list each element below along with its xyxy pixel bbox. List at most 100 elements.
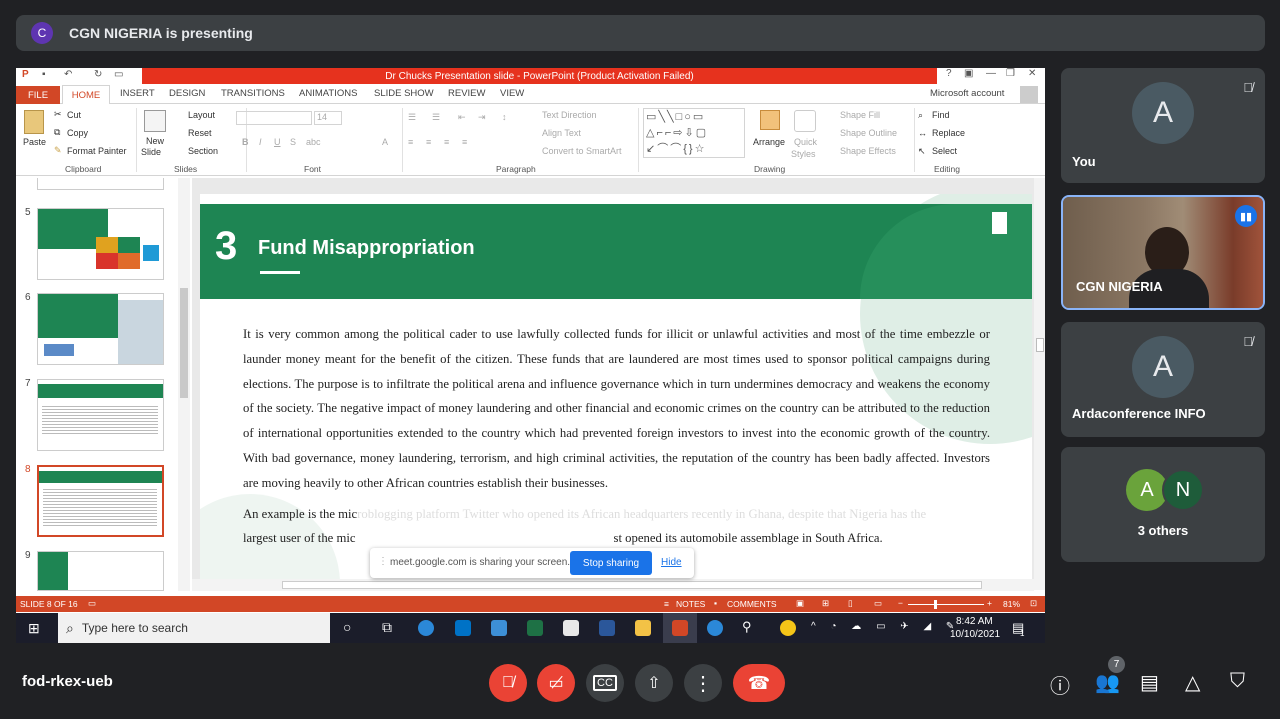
- normal-view-icon[interactable]: ▣: [796, 598, 804, 609]
- participant-tile-ardaconference[interactable]: A 🎙̸ Ardaconference INFO: [1061, 322, 1265, 437]
- find-icon[interactable]: ⌕: [918, 110, 923, 121]
- drag-handle-icon[interactable]: ⋮: [378, 556, 388, 567]
- font-color-icon[interactable]: A: [382, 137, 388, 147]
- thumbnails-scrollbar[interactable]: [178, 178, 190, 591]
- edge-icon[interactable]: [418, 620, 434, 636]
- chat-icon[interactable]: ▤: [1140, 670, 1159, 695]
- people-icon[interactable]: ⚲: [742, 619, 752, 635]
- task-view-icon[interactable]: ⧉: [382, 619, 392, 636]
- paste-button[interactable]: Paste: [23, 137, 46, 147]
- activities-icon[interactable]: △: [1185, 670, 1200, 695]
- section-button[interactable]: Section: [188, 146, 218, 156]
- redo-icon[interactable]: ↻: [94, 69, 102, 80]
- slideshow-view-icon[interactable]: ▭: [874, 598, 882, 609]
- zoom-slider[interactable]: [908, 604, 984, 605]
- spellcheck-icon[interactable]: ▭: [88, 598, 96, 609]
- zoom-in-icon[interactable]: +: [987, 598, 992, 608]
- indent-icon[interactable]: ⇤: [458, 112, 466, 123]
- account-menu[interactable]: Microsoft account: [930, 88, 1004, 99]
- quick-styles-button[interactable]: Quick: [794, 137, 817, 147]
- align-center-icon[interactable]: ≡: [426, 137, 431, 147]
- sorter-view-icon[interactable]: ⊞: [822, 598, 829, 609]
- new-slide-button[interactable]: New: [146, 136, 164, 146]
- font-name-box[interactable]: [236, 111, 312, 125]
- notes-icon[interactable]: ≡: [664, 599, 669, 609]
- tab-slide-show[interactable]: SLIDE SHOW: [374, 88, 434, 99]
- slide-thumbnail-4[interactable]: [37, 178, 164, 190]
- meeting-details-icon[interactable]: ⓘ: [1050, 670, 1070, 699]
- copy-icon[interactable]: ⧉: [54, 127, 60, 138]
- cut-button[interactable]: Cut: [67, 110, 81, 120]
- find-button[interactable]: Find: [932, 110, 950, 120]
- slide-vertical-scrollbar[interactable]: [1034, 178, 1045, 590]
- font-size-box[interactable]: 14: [314, 111, 342, 125]
- italic-icon[interactable]: I: [259, 137, 262, 147]
- account-avatar-icon[interactable]: [1020, 86, 1038, 103]
- paste-icon[interactable]: [24, 110, 44, 134]
- taskbar-time[interactable]: 8:42 AM: [956, 616, 993, 627]
- replace-button[interactable]: Replace: [932, 128, 965, 138]
- mic-off-button[interactable]: 🎙̸: [489, 664, 527, 702]
- bullets-icon[interactable]: ☰: [408, 112, 416, 123]
- camera-off-button[interactable]: ▭̸: [537, 664, 575, 702]
- participant-tile-presenter[interactable]: ▮▮ CGN NIGERIA: [1061, 195, 1265, 310]
- stop-sharing-button[interactable]: Stop sharing: [570, 551, 652, 575]
- ribbon-display-button[interactable]: ▣: [964, 68, 973, 79]
- store-icon[interactable]: [563, 620, 579, 636]
- participant-tile-you[interactable]: A 🎙̸ You: [1061, 68, 1265, 183]
- tab-transitions[interactable]: TRANSITIONS: [221, 88, 285, 99]
- cortana-icon[interactable]: ○: [343, 619, 351, 635]
- format-painter-button[interactable]: Format Painter: [67, 146, 127, 156]
- mail-icon[interactable]: [491, 620, 507, 636]
- tab-file[interactable]: FILE: [16, 86, 60, 104]
- replace-icon[interactable]: ↔: [918, 128, 927, 138]
- windows-start-icon[interactable]: ⊞: [28, 620, 40, 637]
- taskbar-date[interactable]: 10/10/2021: [950, 629, 1000, 640]
- tab-review[interactable]: REVIEW: [448, 88, 485, 99]
- slide-thumbnail-8-selected[interactable]: [37, 465, 164, 537]
- help-button[interactable]: ?: [946, 68, 952, 79]
- captions-button[interactable]: CC: [586, 664, 624, 702]
- slideshow-start-icon[interactable]: ▭: [114, 69, 123, 80]
- numbering-icon[interactable]: ☰: [432, 112, 440, 123]
- people-icon[interactable]: 👥: [1095, 670, 1120, 695]
- shadow-icon[interactable]: S: [290, 137, 296, 147]
- arrange-icon[interactable]: [760, 110, 780, 130]
- select-icon[interactable]: ↖: [918, 146, 926, 157]
- new-slide-icon[interactable]: [144, 110, 166, 132]
- word-icon[interactable]: [599, 620, 615, 636]
- more-options-button[interactable]: ⋮: [684, 664, 722, 702]
- chrome-app-icon[interactable]: [780, 620, 796, 636]
- tab-animations[interactable]: ANIMATIONS: [299, 88, 357, 99]
- host-controls-icon[interactable]: ⛉: [1230, 670, 1245, 693]
- close-button[interactable]: ✕: [1028, 68, 1036, 79]
- minimize-button[interactable]: —: [986, 68, 996, 79]
- align-right-icon[interactable]: ≡: [444, 137, 449, 147]
- arrange-button[interactable]: Arrange: [753, 137, 785, 147]
- zoom-level[interactable]: 81%: [1003, 599, 1020, 609]
- underline-icon[interactable]: U: [274, 137, 281, 147]
- shape-effects-button[interactable]: Shape Effects: [840, 146, 896, 156]
- bold-icon[interactable]: B: [242, 137, 249, 147]
- copy-button[interactable]: Copy: [67, 128, 88, 138]
- slide-thumbnail-7[interactable]: [37, 379, 164, 451]
- participant-tile-others[interactable]: A N 3 others: [1061, 447, 1265, 562]
- quick-styles-button-line2[interactable]: Styles: [791, 149, 816, 159]
- strikethrough-icon[interactable]: abc: [306, 137, 321, 147]
- hide-link[interactable]: Hide: [661, 557, 682, 568]
- zoom-slider-thumb[interactable]: [934, 600, 937, 609]
- shape-fill-button[interactable]: Shape Fill: [840, 110, 880, 120]
- reset-button[interactable]: Reset: [188, 128, 212, 138]
- save-icon[interactable]: ▪: [42, 69, 46, 80]
- shape-outline-button[interactable]: Shape Outline: [840, 128, 897, 138]
- align-left-icon[interactable]: ≡: [408, 137, 413, 147]
- slide-thumbnail-9[interactable]: [37, 551, 164, 591]
- align-text-button[interactable]: Align Text: [542, 128, 581, 138]
- outdent-icon[interactable]: ⇥: [478, 112, 486, 123]
- tab-design[interactable]: DESIGN: [169, 88, 205, 99]
- file-explorer-icon[interactable]: [635, 620, 651, 636]
- undo-icon[interactable]: ↶: [64, 69, 72, 80]
- tab-view[interactable]: VIEW: [500, 88, 524, 99]
- line-spacing-icon[interactable]: ↕: [502, 112, 507, 122]
- powerpoint-taskbar-active[interactable]: [663, 613, 697, 643]
